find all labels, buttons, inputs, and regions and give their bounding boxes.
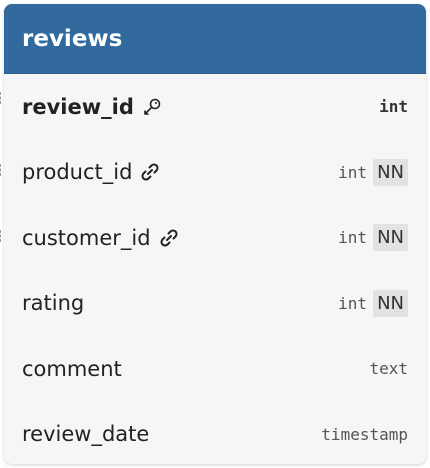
not-null-badge: NN xyxy=(373,224,408,252)
relation-edge-stub xyxy=(0,92,5,104)
column-type: timestamp xyxy=(321,424,408,444)
column-name: product_id xyxy=(22,160,133,185)
column-name: comment xyxy=(22,356,122,381)
column-name: review_id xyxy=(22,94,134,119)
column-row-review-date[interactable]: review_date timestamp xyxy=(4,402,426,465)
column-name: review_date xyxy=(22,422,150,447)
column-row-rating[interactable]: rating int NN xyxy=(4,271,426,337)
column-row-review-id[interactable]: review_id int xyxy=(4,74,426,140)
column-row-customer-id[interactable]: customer_id int NN xyxy=(4,205,426,271)
link-icon xyxy=(159,228,179,248)
column-type: int xyxy=(338,162,368,182)
column-row-product-id[interactable]: product_id int NN xyxy=(4,140,426,206)
column-name: rating xyxy=(22,291,85,316)
not-null-badge: NN xyxy=(373,158,408,186)
relation-edge-stub xyxy=(0,164,5,176)
column-row-comment[interactable]: comment text xyxy=(4,336,426,402)
reviews-table[interactable]: reviews review_id int product_id int NN … xyxy=(4,4,426,464)
link-icon xyxy=(140,162,160,182)
relation-edge-stub xyxy=(0,230,5,242)
column-type: text xyxy=(369,359,408,379)
column-type: int xyxy=(338,228,368,248)
not-null-badge: NN xyxy=(373,289,408,317)
key-icon xyxy=(142,97,162,117)
table-title: reviews xyxy=(4,4,426,74)
column-type: int xyxy=(338,293,368,313)
column-type: int xyxy=(379,97,408,117)
column-name: customer_id xyxy=(22,225,151,250)
